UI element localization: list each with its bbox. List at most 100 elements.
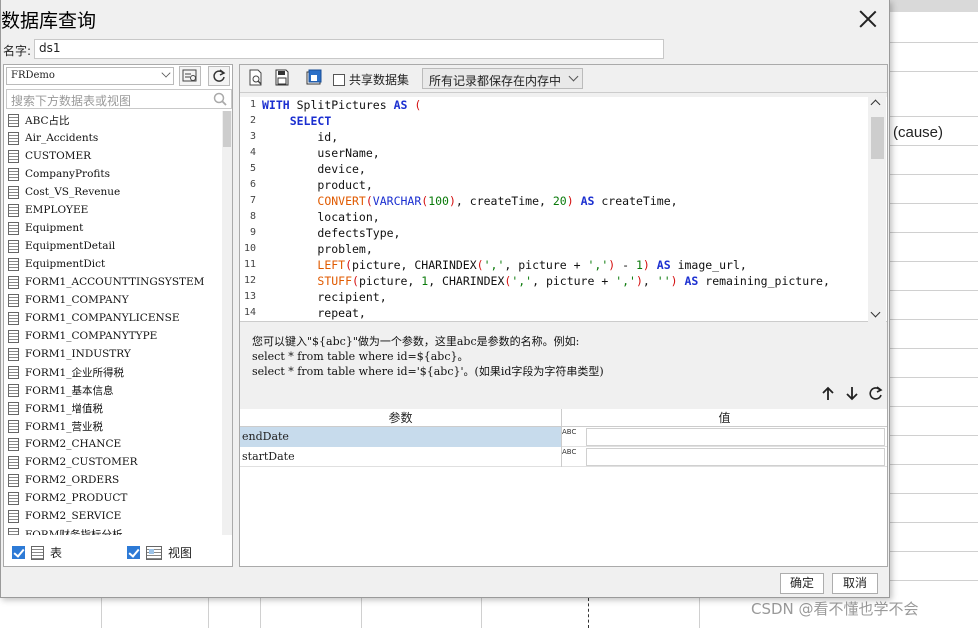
hint-line: 您可以键入"${abc}"做为一个参数，这里abc是参数的名称。例如: (252, 335, 580, 348)
code-line: 13 recipient, (240, 289, 887, 305)
refresh-params-icon[interactable] (868, 385, 884, 403)
table-name: Cost_VS_Revenue (25, 186, 121, 198)
parameter-type-icon[interactable]: ABC (562, 447, 586, 467)
table-list-item[interactable]: FORM1_COMPANYLICENSE (6, 309, 222, 327)
scroll-up-icon[interactable] (870, 99, 881, 110)
table-icon (8, 347, 19, 361)
code-text: defectsType, (262, 226, 401, 240)
sheet-column-header (890, 0, 978, 12)
save-query-icon[interactable] (274, 69, 290, 87)
code-text: SELECT (289, 114, 332, 128)
table-list-item[interactable]: FORM财务指标分析 (6, 525, 222, 535)
table-name: FORM1_基本信息 (25, 384, 114, 397)
table-list-item[interactable]: CompanyProfits (6, 165, 222, 183)
show-tables-option[interactable]: 表 (12, 544, 62, 561)
close-icon[interactable] (855, 6, 881, 32)
table-icon (8, 383, 19, 397)
name-input[interactable]: ds1 (34, 39, 664, 59)
sql-editor[interactable]: 1 WITH SplitPictures AS (2 SELECT 3 id, 4 u… (240, 97, 887, 322)
table-list-item[interactable]: EMPLOYEE (6, 201, 222, 219)
table-list-item[interactable]: CUSTOMER (6, 147, 222, 165)
show-views-option[interactable]: 视图 (127, 544, 192, 561)
line-number: 9 (249, 227, 256, 238)
preview-icon (182, 69, 197, 82)
table-list-item[interactable]: EquipmentDetail (6, 237, 222, 255)
parameter-row[interactable]: endDate ABC (240, 426, 887, 447)
line-number: 11 (243, 259, 256, 270)
table-list-item[interactable]: Air_Accidents (6, 129, 222, 147)
table-name: FORM1_COMPANYTYPE (25, 330, 158, 342)
table-list-item[interactable]: FORM2_ORDERS (6, 471, 222, 489)
parameter-value-input[interactable] (586, 427, 885, 446)
table-list-item[interactable]: FORM1_增值税 (6, 399, 222, 417)
show-views-checkbox[interactable] (127, 546, 140, 559)
shared-dataset-checkbox[interactable] (333, 73, 345, 86)
sql-preview-button[interactable] (179, 66, 201, 86)
search-placeholder: 搜索下方数据表或视图 (11, 94, 132, 108)
shared-dataset-option[interactable]: 共享数据集 (333, 71, 409, 88)
sql-parameter-icon[interactable] (306, 69, 322, 87)
table-list-item[interactable]: FORM1_ACCOUNTTINGSYSTEM (6, 273, 222, 291)
name-label: 名字: (3, 44, 32, 58)
show-tables-checkbox[interactable] (12, 546, 25, 559)
scrollbar-thumb[interactable] (871, 117, 884, 159)
table-search-input[interactable]: 搜索下方数据表或视图 (6, 89, 232, 109)
move-down-icon[interactable] (844, 385, 860, 403)
table-list-item[interactable]: FORM1_COMPANYTYPE (6, 327, 222, 345)
code-line: 1 WITH SplitPictures AS ( (240, 97, 887, 113)
table-list-item[interactable]: FORM1_营业税 (6, 417, 222, 435)
parameter-type-icon[interactable]: ABC (562, 427, 586, 447)
table-icon (8, 185, 19, 199)
storage-mode-select[interactable]: 所有记录都保存在内存中 (422, 68, 583, 89)
table-icon (8, 491, 19, 505)
scrollbar-thumb[interactable] (223, 111, 231, 147)
table-list-item[interactable]: FORM2_CUSTOMER (6, 453, 222, 471)
table-list-item[interactable]: FORM2_PRODUCT (6, 489, 222, 507)
table-icon (8, 257, 19, 271)
line-number: 14 (243, 307, 256, 318)
code-text: recipient, (262, 290, 387, 304)
table-name: Equipment (25, 222, 84, 234)
table-list-item[interactable]: FORM1_COMPANY (6, 291, 222, 309)
table-name: FORM1_COMPANYLICENSE (25, 312, 180, 324)
table-name: EMPLOYEE (25, 204, 89, 216)
table-list-item[interactable]: FORM1_INDUSTRY (6, 345, 222, 363)
table-list-scrollbar[interactable] (222, 111, 232, 535)
parameter-row[interactable]: startDate ABC (240, 446, 887, 467)
code-line: 14 repeat, (240, 305, 887, 321)
param-name-header: 参数 (240, 409, 562, 426)
parameter-hint: 您可以键入"${abc}"做为一个参数，这里abc是参数的名称。例如: sele… (252, 334, 604, 379)
sql-editor-scrollbar[interactable] (868, 97, 886, 322)
sheet-gridline (890, 377, 978, 378)
sheet-gridline (890, 232, 978, 233)
table-list-item[interactable]: Cost_VS_Revenue (6, 183, 222, 201)
scroll-down-icon[interactable] (870, 307, 881, 318)
table-list-item[interactable]: ABC占比 (6, 111, 222, 129)
table-icon (8, 311, 19, 325)
table-name: FORM1_企业所得税 (25, 366, 124, 379)
parameter-value-input[interactable] (586, 447, 885, 466)
sheet-gridline (101, 598, 102, 628)
table-list-item[interactable]: FORM1_基本信息 (6, 381, 222, 399)
watermark: CSDN @看不懂也学不会 (751, 600, 919, 618)
refresh-button[interactable] (208, 66, 230, 86)
table-list-item[interactable]: EquipmentDict (6, 255, 222, 273)
code-line: 2 SELECT (240, 113, 887, 129)
table-list-item[interactable]: FORM1_企业所得税 (6, 363, 222, 381)
page-break-line (588, 598, 589, 628)
chevron-down-icon (568, 71, 579, 82)
preview-data-icon[interactable] (248, 69, 264, 87)
sheet-gridline (890, 42, 978, 43)
table-icon (8, 329, 19, 343)
move-up-icon[interactable] (820, 385, 836, 403)
table-list-item[interactable]: Equipment (6, 219, 222, 237)
connection-value: FRDemo (11, 70, 55, 81)
table-icon (8, 113, 19, 127)
ok-button[interactable]: 确定 (780, 573, 824, 594)
line-number: 4 (249, 147, 256, 158)
connection-select[interactable]: FRDemo (6, 67, 174, 85)
table-list-item[interactable]: FORM2_SERVICE (6, 507, 222, 525)
cancel-button[interactable]: 取消 (832, 573, 878, 594)
table-list-item[interactable]: FORM2_CHANCE (6, 435, 222, 453)
table-icon (8, 131, 19, 145)
